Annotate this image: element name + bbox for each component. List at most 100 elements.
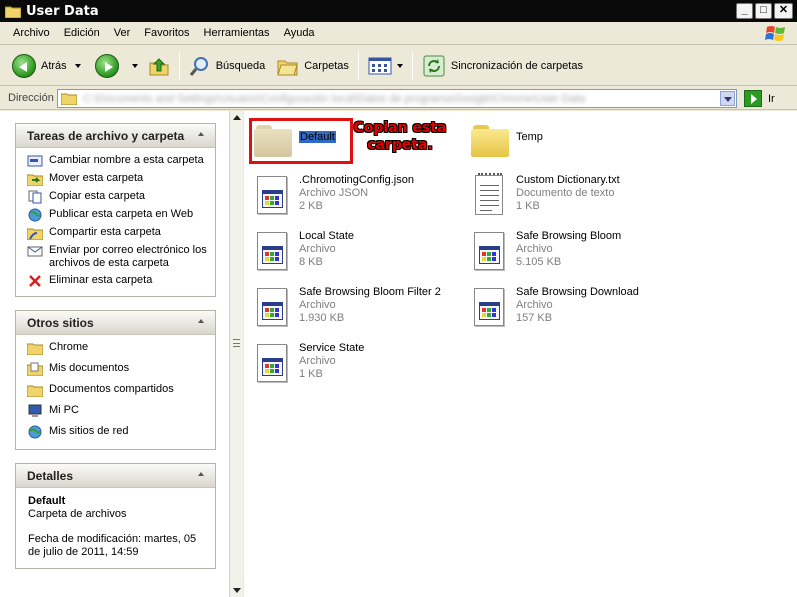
email-icon	[27, 246, 43, 257]
go-button[interactable]: Ir	[744, 90, 775, 107]
task-publish-web[interactable]: Publicar esta carpeta en Web	[27, 208, 209, 222]
close-button[interactable]: ✕	[774, 3, 793, 19]
forward-button[interactable]	[91, 52, 142, 80]
address-input[interactable]: C:\Documents and Settings\Usuario\Config…	[57, 89, 737, 108]
place-label: Mis sitios de red	[49, 425, 129, 437]
place-label: Documentos compartidos	[49, 383, 174, 395]
chevron-up-icon[interactable]	[194, 128, 209, 143]
file-type: Archivo JSON	[299, 187, 369, 199]
task-pane: Tareas de archivo y carpeta Cambiar nomb…	[0, 111, 229, 597]
task-label: Enviar por correo electrónico los archiv…	[49, 244, 207, 269]
menu-ver[interactable]: Ver	[107, 27, 138, 39]
folder-icon	[27, 343, 43, 355]
copy-icon	[28, 190, 42, 204]
folder-up-icon	[149, 57, 169, 75]
menu-edicion[interactable]: Edición	[57, 27, 107, 39]
place-label: Mi PC	[49, 404, 79, 416]
documents-folder-icon	[27, 362, 43, 376]
back-button[interactable]: Atrás	[8, 52, 85, 80]
scroll-up-arrow-icon[interactable]	[232, 113, 241, 122]
menu-archivo[interactable]: Archivo	[6, 27, 57, 39]
task-email-files[interactable]: Enviar por correo electrónico los archiv…	[27, 244, 209, 270]
search-button[interactable]: Búsqueda	[185, 53, 270, 79]
file-item[interactable]: Local State Archivo 8 KB	[252, 230, 354, 276]
task-share-folder[interactable]: Compartir esta carpeta	[27, 226, 209, 240]
task-rename-folder[interactable]: Cambiar nombre a esta carpeta	[27, 154, 209, 168]
maximize-button[interactable]: □	[755, 3, 772, 19]
scroll-down-arrow-icon[interactable]	[232, 586, 241, 595]
file-item[interactable]: Safe Browsing Bloom Archivo 5.105 KB	[469, 230, 621, 276]
task-delete-folder[interactable]: Eliminar esta carpeta	[27, 274, 209, 288]
places-panel: Otros sitios Chrome Mis documentos Docum…	[15, 310, 216, 450]
folders-label: Carpetas	[304, 59, 349, 72]
file-name: Safe Browsing Bloom Filter 2	[299, 286, 441, 298]
file-size: 1 KB	[299, 368, 323, 380]
file-item[interactable]: Safe Browsing Download Archivo 157 KB	[469, 286, 639, 332]
file-name: Temp	[516, 131, 543, 143]
chevron-up-icon[interactable]	[194, 315, 209, 330]
file-name: Safe Browsing Download	[516, 286, 639, 298]
file-icon	[252, 286, 292, 332]
file-item[interactable]: Service State Archivo 1 KB	[252, 342, 364, 388]
place-network[interactable]: Mis sitios de red	[27, 425, 209, 439]
tasks-panel-header[interactable]: Tareas de archivo y carpeta	[16, 124, 215, 148]
file-item[interactable]: Safe Browsing Bloom Filter 2 Archivo 1.9…	[252, 286, 441, 332]
network-globe-icon	[28, 425, 42, 439]
task-label: Publicar esta carpeta en Web	[49, 208, 194, 220]
minimize-button[interactable]: _	[736, 3, 753, 19]
file-name: Local State	[299, 230, 355, 242]
menu-ayuda[interactable]: Ayuda	[277, 27, 322, 39]
pane-scrollbar[interactable]	[229, 111, 243, 597]
chevron-down-icon[interactable]	[396, 63, 403, 68]
folders-button[interactable]: Carpetas	[273, 54, 353, 78]
toolbar: Atrás Búsqueda Carpetas Sincronización d…	[0, 46, 797, 86]
address-label: Dirección	[8, 92, 54, 104]
tasks-panel-title: Tareas de archivo y carpeta	[27, 128, 185, 143]
address-dropdown-button[interactable]	[720, 91, 735, 106]
file-item[interactable]: Custom Dictionary.txt Documento de texto…	[469, 173, 620, 220]
title-bar[interactable]: User Data _ □ ✕	[0, 0, 797, 22]
views-button[interactable]	[364, 54, 407, 78]
place-my-pc[interactable]: Mi PC	[27, 404, 209, 418]
file-size: 157 KB	[516, 312, 553, 324]
tasks-panel: Tareas de archivo y carpeta Cambiar nomb…	[15, 123, 216, 297]
menu-bar: Archivo Edición Ver Favoritos Herramient…	[0, 22, 797, 45]
chevron-down-icon[interactable]	[131, 63, 138, 68]
task-label: Compartir esta carpeta	[49, 226, 161, 238]
up-folder-button[interactable]	[144, 53, 174, 79]
file-item[interactable]: Temp	[469, 119, 543, 165]
place-my-documents[interactable]: Mis documentos	[27, 362, 209, 376]
menu-herramientas[interactable]: Herramientas	[197, 27, 277, 39]
details-panel-header[interactable]: Detalles	[16, 464, 215, 488]
file-icon	[469, 230, 509, 276]
details-modified: Fecha de modificación: martes, 05 de jul…	[28, 533, 197, 558]
sync-label: Sincronización de carpetas	[450, 59, 583, 72]
places-panel-title: Otros sitios	[27, 315, 94, 330]
back-arrow-icon	[12, 53, 36, 78]
move-folder-icon	[27, 174, 43, 186]
search-label: Búsqueda	[215, 59, 266, 72]
toolbar-separator	[411, 51, 413, 80]
chevron-down-icon[interactable]	[74, 63, 81, 68]
back-label: Atrás	[41, 59, 67, 72]
task-copy-folder[interactable]: Copiar esta carpeta	[27, 190, 209, 204]
place-chrome[interactable]: Chrome	[27, 341, 209, 355]
scroll-grip-icon[interactable]	[233, 339, 240, 347]
details-name: Default	[28, 495, 66, 507]
computer-icon	[28, 404, 42, 417]
address-value: C:\Documents and Settings\Usuario\Config…	[83, 92, 585, 105]
address-bar: Dirección C:\Documents and Settings\Usua…	[0, 87, 797, 110]
places-panel-header[interactable]: Otros sitios	[16, 311, 215, 335]
task-move-folder[interactable]: Mover esta carpeta	[27, 172, 209, 186]
menu-favoritos[interactable]: Favoritos	[137, 27, 196, 39]
file-icon	[252, 174, 292, 220]
file-item[interactable]: .ChromotingConfig.json Archivo JSON 2 KB	[252, 174, 414, 220]
place-shared-documents[interactable]: Documentos compartidos	[27, 383, 209, 397]
toolbar-separator	[178, 51, 180, 80]
task-label: Mover esta carpeta	[49, 172, 144, 184]
sync-button[interactable]: Sincronización de carpetas	[418, 52, 587, 80]
globe-icon	[28, 208, 42, 222]
folder-icon	[4, 5, 22, 18]
chevron-up-icon[interactable]	[194, 468, 209, 483]
delete-icon	[29, 275, 41, 287]
